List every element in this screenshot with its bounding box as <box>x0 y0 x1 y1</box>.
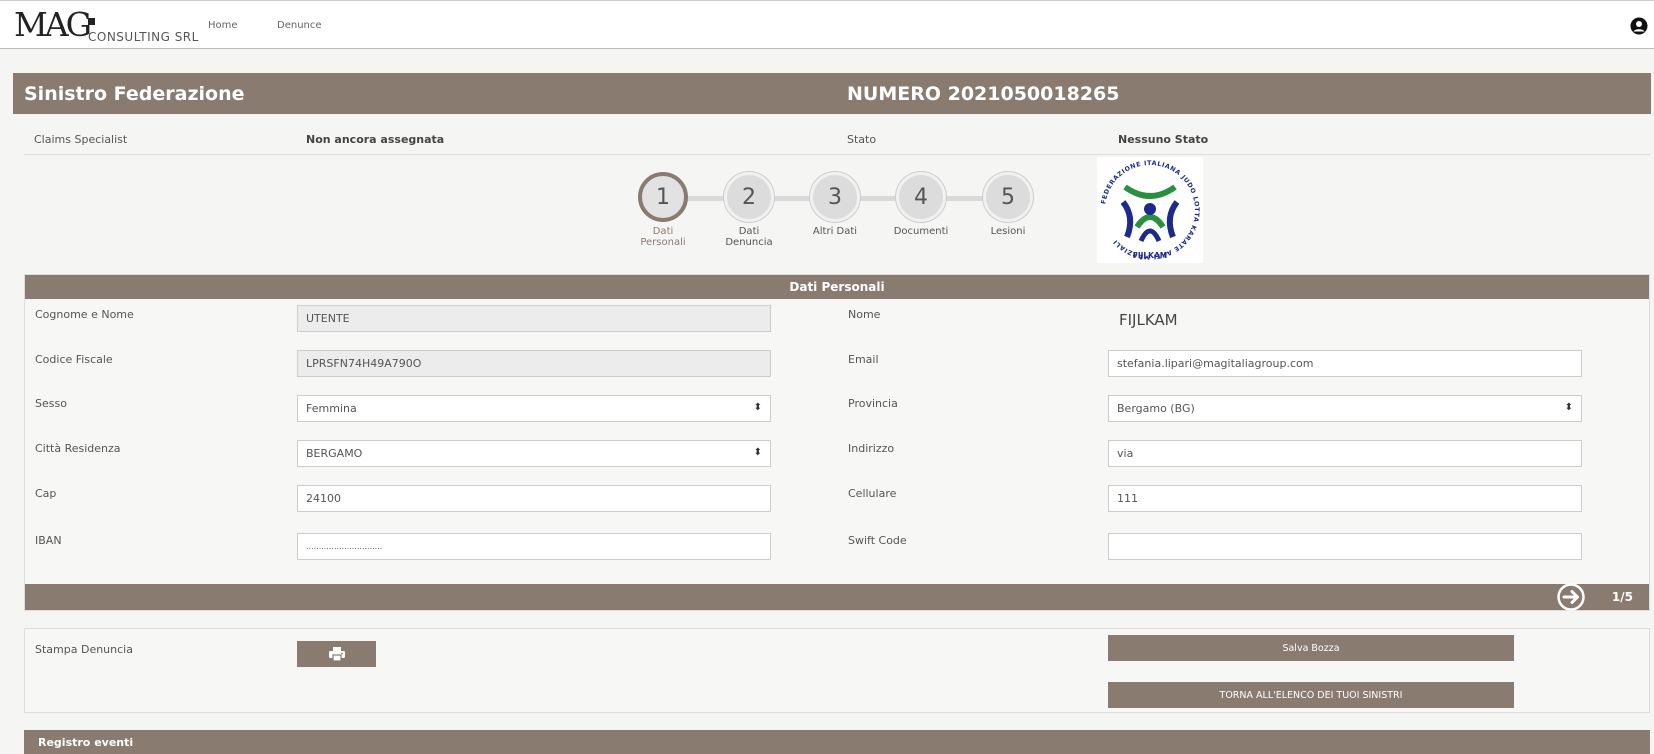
step-label: Dati Denuncia <box>722 226 776 248</box>
indirizzo-label: Indirizzo <box>848 442 895 455</box>
iban-label: IBAN <box>35 534 62 547</box>
email-field[interactable]: stefania.lipari@magitaliagroup.com <box>1108 350 1582 377</box>
provincia-label: Provincia <box>848 397 898 410</box>
salva-bozza-button[interactable]: Salva Bozza <box>1108 635 1514 661</box>
swift-code-label: Swift Code <box>848 534 907 547</box>
logo-sub-text: CONSULTING SRL <box>88 30 199 44</box>
provincia-select[interactable]: Bergamo (BG) <box>1108 395 1582 422</box>
registro-eventi-header[interactable]: Registro eventi <box>24 730 1650 754</box>
user-account-icon[interactable] <box>1630 17 1648 35</box>
cognome-label: Cognome e Nome <box>35 308 134 321</box>
step-5[interactable]: 5 Lesioni <box>981 172 1035 237</box>
stampa-denuncia-label: Stampa Denuncia <box>35 643 133 656</box>
cap-label: Cap <box>35 487 57 500</box>
cellulare-field[interactable]: 111 <box>1108 485 1582 512</box>
top-navbar: MAG CONSULTING SRL Home Denunce <box>0 0 1654 49</box>
step-4[interactable]: 4 Documenti <box>889 172 953 237</box>
step-circle[interactable]: 1 <box>638 172 688 222</box>
step-circle[interactable]: 5 <box>983 172 1033 222</box>
wizard-stepper: 1 Dati Personali 2 Dati Denuncia 3 Altri D… <box>636 172 1036 252</box>
step-label: Lesioni <box>990 226 1026 237</box>
mag-logo[interactable]: MAG CONSULTING SRL <box>14 5 198 47</box>
citta-residenza-select[interactable]: BERGAMO <box>297 440 771 467</box>
step-label-line2: Denuncia <box>725 237 773 248</box>
section-header: Dati Personali <box>25 275 1649 299</box>
nav-link-home[interactable]: Home <box>208 20 238 31</box>
nome-value: FIJLKAM <box>1119 311 1178 329</box>
cellulare-label: Cellulare <box>848 487 897 500</box>
step-circle[interactable]: 2 <box>724 172 774 222</box>
actions-panel: Stampa Denuncia Salva Bozza TORNA ALL'EL… <box>24 628 1650 713</box>
sesso-label: Sesso <box>35 397 67 410</box>
step-3[interactable]: 3 Altri Dati <box>808 172 862 237</box>
email-label: Email <box>848 353 879 366</box>
step-label-line1: Dati <box>738 226 760 237</box>
claim-title-bar: Sinistro Federazione NUMERO 202105001826… <box>13 73 1651 114</box>
nav-link-denunce[interactable]: Denunce <box>277 20 322 31</box>
step-1[interactable]: 1 Dati Personali <box>636 172 690 248</box>
swift-code-field[interactable] <box>1108 533 1582 560</box>
dati-personali-section: Dati Personali Cognome e Nome UTENTE Nom… <box>24 274 1650 611</box>
page-indicator: 1/5 <box>1611 590 1633 604</box>
codice-fiscale-field[interactable]: LPRSFN74H49A790O <box>297 350 771 377</box>
claims-specialist-value: Non ancora assegnata <box>306 133 445 146</box>
cap-field[interactable]: 24100 <box>297 485 771 512</box>
next-step-arrow-icon[interactable] <box>1555 583 1587 611</box>
page-title: Sinistro Federazione <box>24 83 245 105</box>
indirizzo-field[interactable]: via <box>1108 440 1582 467</box>
logo-main-text: MAG <box>14 5 92 44</box>
step-label: Documenti <box>893 226 949 237</box>
stato-value: Nessuno Stato <box>1118 133 1209 146</box>
codice-fiscale-label: Codice Fiscale <box>35 353 113 366</box>
section-footer: 1/5 <box>25 583 1649 611</box>
sesso-select[interactable]: Femmina <box>297 395 771 422</box>
print-button[interactable] <box>297 641 376 667</box>
claim-info-row: Claims Specialist Non ancora assegnata S… <box>24 131 1650 155</box>
logo-square <box>88 18 95 25</box>
step-label: Altri Dati <box>812 226 858 237</box>
torna-elenco-button[interactable]: TORNA ALL'ELENCO DEI TUOI SINISTRI <box>1108 682 1514 708</box>
fijlkam-logo-name: FIJLKAM <box>1133 251 1168 260</box>
step-2[interactable]: 2 Dati Denuncia <box>722 172 776 248</box>
step-circle[interactable]: 4 <box>896 172 946 222</box>
step-label-line1: Dati <box>652 226 674 237</box>
claim-number: NUMERO 2021050018265 <box>847 83 1120 105</box>
step-circle[interactable]: 3 <box>810 172 860 222</box>
step-label: Dati Personali <box>636 226 690 248</box>
step-label-line2: Personali <box>640 237 686 248</box>
fijlkam-logo: FEDERAZIONE ITALIANA JUDO LOTTA KARATE A… <box>1097 157 1203 263</box>
stato-label: Stato <box>847 133 877 146</box>
claims-specialist-label: Claims Specialist <box>34 133 128 146</box>
nome-label: Nome <box>848 308 881 321</box>
citta-residenza-label: Città Residenza <box>35 442 121 455</box>
cognome-field[interactable]: UTENTE <box>297 305 771 332</box>
printer-icon <box>328 647 345 661</box>
iban-field[interactable]: .............................. <box>297 533 771 560</box>
